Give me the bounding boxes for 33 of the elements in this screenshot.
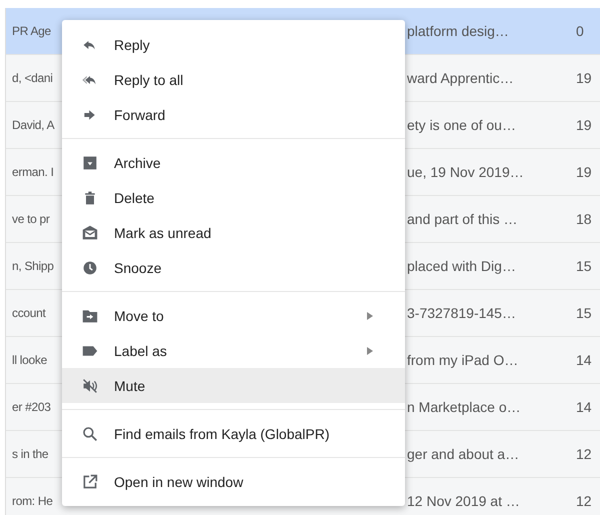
snippet-text: from my iPad O… xyxy=(406,352,520,368)
snippet-text: ue, 19 Nov 2019… xyxy=(406,164,525,180)
sender-text: d, <dani xyxy=(11,71,54,85)
date-text: 18 xyxy=(575,211,593,227)
date-text: 19 xyxy=(575,70,593,86)
date-text: 19 xyxy=(575,117,593,133)
sender-text: n, Shipp xyxy=(11,259,55,273)
date-text: 15 xyxy=(575,258,593,274)
date-text: 0 xyxy=(575,23,585,39)
snippet-text: platform desig… xyxy=(406,23,510,39)
snippet-text: placed with Dig… xyxy=(406,258,517,274)
snippet-text: n Marketplace o… xyxy=(406,399,522,415)
sender-text: rom: He xyxy=(11,494,54,508)
sender-text: er #203 xyxy=(11,400,52,414)
snippet-text: ety is one of ou… xyxy=(406,117,517,133)
date-text: 12 xyxy=(575,446,593,462)
sender-text: ll looke xyxy=(11,353,48,367)
date-text: 15 xyxy=(575,305,593,321)
sender-text: ve to pr xyxy=(11,212,51,226)
snippet-text: ger and about a… xyxy=(406,446,520,462)
date-text: 19 xyxy=(575,164,593,180)
snippet-text: and part of this … xyxy=(406,211,519,227)
sender-text: David, A xyxy=(11,118,56,132)
sender-text: erman. I xyxy=(11,165,55,179)
snippet-text: 3-7327819-145… xyxy=(406,305,517,321)
date-text: 14 xyxy=(575,352,593,368)
snippet-text: ward Apprentic… xyxy=(406,70,515,86)
sender-text: PR Age xyxy=(11,24,52,38)
sender-text: s in the xyxy=(11,447,50,461)
sender-text: ccount xyxy=(11,306,47,320)
snippet-text: 12 Nov 2019 at … xyxy=(406,493,521,509)
date-text: 12 xyxy=(575,493,593,509)
date-text: 14 xyxy=(575,399,593,415)
